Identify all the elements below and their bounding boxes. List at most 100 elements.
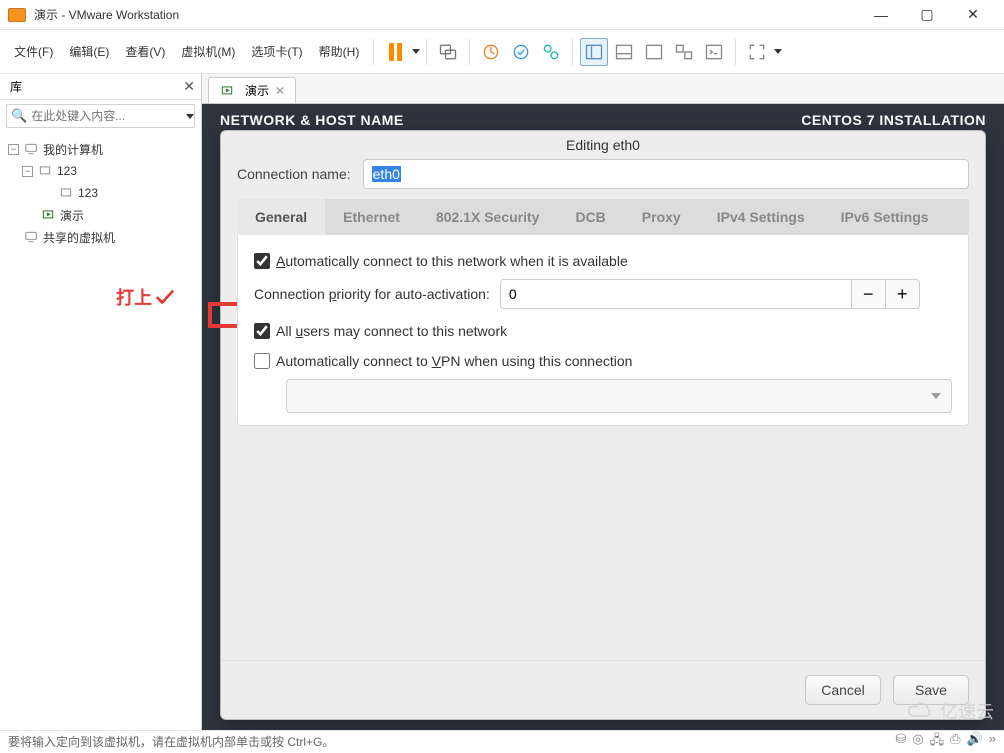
sidebar-close[interactable]: ✕ bbox=[183, 78, 195, 95]
tab-8021x[interactable]: 802.1X Security bbox=[418, 199, 558, 235]
layout-sidebar-button[interactable] bbox=[580, 38, 608, 66]
dialog-tabs: General Ethernet 802.1X Security DCB Pro… bbox=[237, 199, 969, 235]
menu-vm[interactable]: 虚拟机(M) bbox=[173, 39, 243, 64]
installer-section: NETWORK & HOST NAME bbox=[220, 112, 404, 128]
tab-close[interactable]: ✕ bbox=[275, 84, 285, 98]
unity-button[interactable] bbox=[670, 38, 698, 66]
app-icon bbox=[8, 8, 26, 22]
vm-running-icon bbox=[40, 207, 56, 223]
nm-dialog: Editing eth0 Connection name: eth0 Gener… bbox=[220, 130, 986, 720]
sidebar-title: 库 bbox=[6, 78, 183, 95]
tab-demo[interactable]: 演示 ✕ bbox=[208, 77, 296, 103]
tab-ipv4[interactable]: IPv4 Settings bbox=[699, 199, 823, 235]
tab-ethernet[interactable]: Ethernet bbox=[325, 199, 418, 235]
tree-label: 演示 bbox=[60, 207, 84, 224]
manage-snapshots-button[interactable] bbox=[537, 38, 565, 66]
status-text: 要将输入定向到该虚拟机，请在虚拟机内部单击或按 Ctrl+G。 bbox=[8, 733, 334, 750]
menu-help[interactable]: 帮助(H) bbox=[311, 39, 368, 64]
titlebar: 演示 - VMware Workstation — ▢ ✕ bbox=[0, 0, 1004, 30]
minimize-button[interactable]: — bbox=[858, 0, 904, 30]
separator bbox=[426, 39, 427, 65]
chk-auto-vpn-label: Automatically connect to VPN when using … bbox=[276, 353, 632, 369]
statusbar: 要将输入定向到该虚拟机，请在虚拟机内部单击或按 Ctrl+G。 ⛁ ◎ 🖧 ⎙ … bbox=[0, 730, 1004, 752]
search-input[interactable] bbox=[31, 109, 186, 123]
separator bbox=[373, 39, 374, 65]
tree-shared[interactable]: 共享的虚拟机 bbox=[4, 226, 197, 248]
vm-console[interactable]: NETWORK & HOST NAME CENTOS 7 INSTALLATIO… bbox=[202, 104, 1004, 730]
priority-label: Connection priority for auto-activation: bbox=[254, 286, 490, 302]
layout-single-button[interactable] bbox=[640, 38, 668, 66]
tree-my-computer[interactable]: − 我的计算机 bbox=[4, 138, 197, 160]
menubar: 文件(F) 编辑(E) 查看(V) 虚拟机(M) 选项卡(T) 帮助(H) bbox=[0, 30, 1004, 74]
tab-dcb[interactable]: DCB bbox=[557, 199, 623, 235]
priority-spinner[interactable]: − + bbox=[500, 279, 920, 309]
tree-label: 123 bbox=[57, 164, 77, 178]
sidebar: 库 ✕ 🔍 − 我的计算机 − 123 123 bbox=[0, 74, 202, 730]
tree-vm-123[interactable]: 123 bbox=[4, 182, 197, 204]
monitor-icon bbox=[23, 229, 39, 245]
tab-ipv6[interactable]: IPv6 Settings bbox=[823, 199, 947, 235]
general-panel: Automatically connect to this network wh… bbox=[237, 235, 969, 426]
menu-file[interactable]: 文件(F) bbox=[6, 39, 61, 64]
priority-decrement[interactable]: − bbox=[851, 280, 885, 308]
status-cd-icon[interactable]: ◎ bbox=[912, 731, 923, 753]
revert-button[interactable] bbox=[507, 38, 535, 66]
watermark: 亿速云 bbox=[908, 698, 994, 724]
tree-label: 123 bbox=[78, 186, 98, 200]
pause-dropdown[interactable] bbox=[412, 49, 420, 54]
conn-name-label: Connection name: bbox=[237, 166, 351, 182]
tree-label: 我的计算机 bbox=[43, 141, 103, 158]
sidebar-search[interactable]: 🔍 bbox=[6, 104, 195, 128]
installer-brand: CENTOS 7 INSTALLATION bbox=[801, 112, 986, 128]
vm-icon bbox=[58, 185, 74, 201]
close-button[interactable]: ✕ bbox=[950, 0, 996, 30]
tree-label: 共享的虚拟机 bbox=[43, 229, 115, 246]
status-sound-icon[interactable]: 🔊 bbox=[967, 731, 983, 753]
maximize-button[interactable]: ▢ bbox=[904, 0, 950, 30]
chk-all-users[interactable] bbox=[254, 323, 270, 339]
monitor-icon bbox=[23, 141, 39, 157]
console-button[interactable] bbox=[700, 38, 728, 66]
status-network-icon[interactable]: 🖧 bbox=[930, 731, 945, 753]
search-icon: 🔍 bbox=[11, 108, 27, 124]
tree-vm-demo[interactable]: 演示 bbox=[4, 204, 197, 226]
chk-all-users-label: All users may connect to this network bbox=[276, 323, 507, 339]
search-dropdown[interactable] bbox=[186, 114, 194, 119]
vpn-select[interactable] bbox=[286, 379, 952, 413]
check-icon bbox=[154, 286, 176, 308]
tab-label: 演示 bbox=[245, 82, 269, 99]
status-usb-icon[interactable]: ⎙ bbox=[950, 731, 960, 753]
tabstrip: 演示 ✕ bbox=[202, 74, 1004, 104]
snapshot-button[interactable] bbox=[477, 38, 505, 66]
tab-proxy[interactable]: Proxy bbox=[624, 199, 699, 235]
sidebar-tree: − 我的计算机 − 123 123 演示 共享的虚拟机 bbox=[0, 132, 201, 254]
pause-button[interactable] bbox=[381, 38, 409, 66]
fullscreen-dropdown[interactable] bbox=[774, 49, 782, 54]
tree-folder-123[interactable]: − 123 bbox=[4, 160, 197, 182]
chevron-down-icon bbox=[931, 393, 941, 399]
menu-edit[interactable]: 编辑(E) bbox=[61, 39, 117, 64]
collapse-icon[interactable]: − bbox=[22, 166, 33, 177]
status-disk-icon[interactable]: ⛁ bbox=[895, 731, 906, 753]
status-more-icon[interactable]: » bbox=[989, 731, 996, 753]
main-area: 演示 ✕ NETWORK & HOST NAME CENTOS 7 INSTAL… bbox=[202, 74, 1004, 730]
vm-running-icon bbox=[219, 83, 235, 99]
chk-auto-vpn[interactable] bbox=[254, 353, 270, 369]
annotation-text: 打上 bbox=[116, 284, 176, 310]
priority-input[interactable] bbox=[501, 280, 851, 308]
conn-name-input[interactable]: eth0 bbox=[363, 159, 969, 189]
vm-icon bbox=[37, 163, 53, 179]
menu-tabs[interactable]: 选项卡(T) bbox=[243, 39, 310, 64]
fullscreen-button[interactable] bbox=[743, 38, 771, 66]
separator bbox=[572, 39, 573, 65]
separator bbox=[469, 39, 470, 65]
tab-general[interactable]: General bbox=[237, 199, 325, 235]
send-ctrl-alt-del-button[interactable] bbox=[434, 38, 462, 66]
cancel-button[interactable]: Cancel bbox=[805, 675, 881, 705]
collapse-icon[interactable]: − bbox=[8, 144, 19, 155]
menu-view[interactable]: 查看(V) bbox=[117, 39, 173, 64]
chk-auto-connect[interactable] bbox=[254, 253, 270, 269]
priority-increment[interactable]: + bbox=[885, 280, 919, 308]
separator bbox=[735, 39, 736, 65]
layout-thumbnails-button[interactable] bbox=[610, 38, 638, 66]
